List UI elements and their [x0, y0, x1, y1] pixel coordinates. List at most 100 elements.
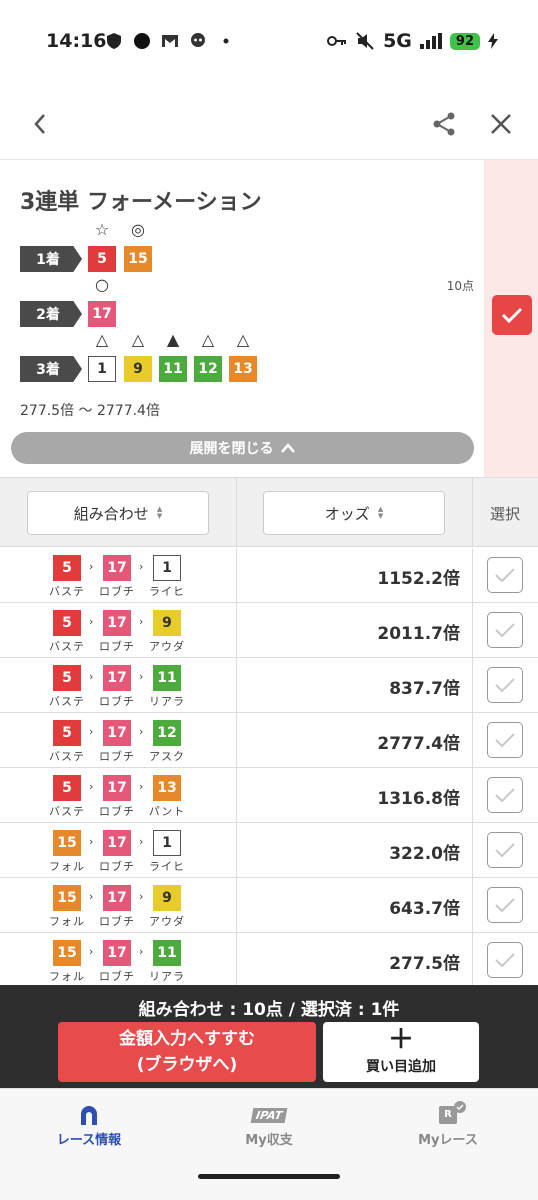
odds-value: 1316.8倍 [377, 789, 460, 809]
arrow-right-icon: › [89, 725, 94, 738]
arrow-right-icon: › [89, 560, 94, 573]
divider [472, 878, 473, 933]
horse-name: バステ [49, 750, 85, 763]
combination-cell: 15 フォル › 17 ロブチ › 11 リアラ [0, 933, 236, 988]
horse-number-badge: 5 [53, 555, 81, 581]
close-button[interactable] [483, 106, 519, 142]
odds-value: 1152.2倍 [377, 569, 460, 589]
signal-icon [419, 33, 442, 49]
notification-icons [105, 32, 235, 50]
select-column-header: 選択 [489, 504, 520, 523]
row-checkbox[interactable] [487, 722, 523, 758]
back-button[interactable] [22, 106, 58, 142]
row-checkbox[interactable] [487, 557, 523, 593]
combination-cell: 5 バステ › 17 ロブチ › 13 パント [0, 768, 236, 823]
arrow-right-icon: › [139, 835, 144, 848]
share-button[interactable] [426, 106, 462, 142]
odds-value: 277.5倍 [389, 954, 460, 974]
horse-number-badge: 17 [103, 720, 131, 746]
divider [236, 713, 237, 768]
nav-label: My収支 [245, 1133, 293, 1148]
check-icon [495, 733, 515, 748]
table-row: 15 フォル › 17 ロブチ › 11 リアラ 277.5倍 [0, 933, 538, 988]
horse-number-badge: 12 [153, 720, 181, 746]
row-checkbox[interactable] [487, 832, 523, 868]
points-count: 10点 [446, 279, 474, 293]
combination-list: 5 バステ › 17 ロブチ › 1 ライヒ 1152.2倍 5 バステ › 17 ロブチ › 9 アウダ 201… [0, 548, 538, 988]
app-header [0, 88, 538, 160]
odds-value: 2011.7倍 [377, 624, 460, 644]
sort-odds-button[interactable]: オッズ ▲ ▼ [263, 491, 445, 535]
proceed-to-amount-button[interactable]: 金額入力へすすむ (ブラウザへ) [58, 1022, 316, 1082]
ipat-icon: IPAT [250, 1107, 288, 1123]
horse-name: フォル [49, 915, 85, 928]
row-checkbox[interactable] [487, 942, 523, 978]
horse-name: フォル [49, 970, 85, 983]
horseshoe-icon [81, 1106, 97, 1125]
gesture-bar [198, 1174, 340, 1179]
nav-my-balance[interactable]: IPAT My収支 [209, 1101, 329, 1148]
check-icon [495, 623, 515, 638]
nav-my-race[interactable]: R Myレース [388, 1101, 508, 1148]
divider [236, 478, 237, 546]
horse-name: ロブチ [99, 640, 135, 653]
divider [472, 548, 473, 603]
horse-number-badge: 17 [103, 555, 131, 581]
arrow-right-icon: › [89, 780, 94, 793]
arrow-right-icon: › [139, 670, 144, 683]
horse-name: バステ [49, 695, 85, 708]
horse-number-badge: 11 [153, 940, 181, 966]
horse-name: ロブチ [99, 805, 135, 818]
combination-cell: 5 バステ › 17 ロブチ › 11 リアラ [0, 658, 236, 713]
proceed-label: 金額入力へすすむ [119, 1029, 255, 1049]
charging-icon [488, 33, 498, 49]
horse-name: ロブチ [99, 695, 135, 708]
horse-number-badge: 5 [53, 775, 81, 801]
horse-number-badge: 11 [159, 356, 187, 382]
row-checkbox[interactable] [487, 777, 523, 813]
horse-name: バステ [49, 585, 85, 598]
collapse-button[interactable]: 展開を閉じる [11, 432, 474, 464]
nav-race-info[interactable]: レース情報 [29, 1101, 149, 1148]
formation-panel: 3連単 フォーメーション 1着 ☆ 5 ◎ 15 2着 ○ 17 3着 △ 1 … [0, 160, 538, 477]
horse-name: バステ [49, 640, 85, 653]
rank-label: 1着 [20, 246, 82, 272]
proceed-sublabel: (ブラウザへ) [136, 1055, 238, 1075]
odds-range: 277.5倍 〜 2777.4倍 [20, 403, 160, 419]
horse-number-badge: 13 [229, 356, 257, 382]
row-checkbox[interactable] [487, 887, 523, 923]
horse-mark: ○ [95, 275, 109, 294]
table-row: 5 バステ › 17 ロブチ › 11 リアラ 837.7倍 [0, 658, 538, 713]
rank-label: 2着 [20, 301, 82, 327]
row-checkbox[interactable] [487, 612, 523, 648]
horse-number-badge: 9 [153, 610, 181, 636]
key-icon [327, 36, 347, 46]
divider [472, 658, 473, 713]
sort-combo-button[interactable]: 組み合わせ ▲ ▼ [27, 491, 209, 535]
shield-icon [107, 33, 121, 49]
horse-number-badge: 1 [153, 555, 181, 581]
horse-number-badge: 5 [88, 246, 116, 272]
arrow-right-icon: › [89, 890, 94, 903]
horse-number-badge: 9 [153, 885, 181, 911]
horse-name: ロブチ [99, 750, 135, 763]
select-all-checkbox[interactable] [492, 295, 532, 335]
horse-number-badge: 15 [53, 940, 81, 966]
rank-label: 3着 [20, 356, 82, 382]
divider [236, 658, 237, 713]
divider [236, 878, 237, 933]
horse-mark: ◎ [131, 220, 145, 239]
arrow-right-icon: › [139, 615, 144, 628]
odds-value: 2777.4倍 [377, 734, 460, 754]
add-bet-label: 買い目追加 [366, 1059, 436, 1075]
row-checkbox[interactable] [487, 667, 523, 703]
check-icon [495, 678, 515, 693]
horse-name: ロブチ [99, 585, 135, 598]
horse-mark: △ [131, 330, 145, 349]
add-bet-button[interactable]: ＋ 買い目追加 [323, 1022, 479, 1082]
divider [236, 933, 237, 988]
action-bar: 組み合わせ : 10点 / 選択済 : 1件 金額入力へすすむ (ブラウザへ) … [0, 985, 538, 1088]
odds-value: 837.7倍 [389, 679, 460, 699]
arrow-right-icon: › [89, 670, 94, 683]
selection-summary: 組み合わせ : 10点 / 選択済 : 1件 [138, 1000, 400, 1020]
